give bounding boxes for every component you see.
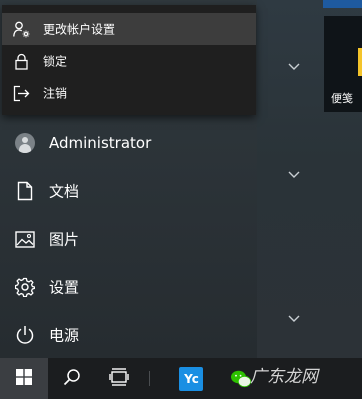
wechat-icon [229, 367, 253, 391]
chevron-down-icon[interactable] [287, 314, 301, 326]
sign-out-icon [13, 85, 30, 102]
task-view-button[interactable] [98, 358, 140, 399]
flyout-item-label: 更改帐户设置 [43, 22, 116, 37]
windows-logo-icon [16, 368, 32, 389]
flyout-item-label: 锁定 [43, 54, 68, 69]
taskbar-app-yc[interactable]: Yc [172, 358, 210, 399]
lock-icon [13, 53, 30, 70]
yc-app-icon: Yc [179, 366, 203, 391]
search-icon [63, 368, 81, 390]
sticky-notes-label: 便笺 [331, 92, 353, 105]
document-icon [14, 180, 36, 202]
taskbar: Yc [0, 358, 362, 399]
start-item-settings[interactable]: 设置 [0, 265, 257, 309]
pictures-icon [14, 228, 36, 250]
flyout-item-label: 注销 [43, 86, 68, 101]
taskbar-divider [149, 371, 150, 386]
sticky-notes-icon [358, 48, 362, 76]
gear-icon [14, 276, 36, 298]
taskbar-app-wechat[interactable] [222, 358, 260, 399]
start-item-documents[interactable]: 文档 [0, 169, 257, 213]
account-flyout-menu: 更改帐户设置 锁定 注销 [2, 5, 256, 115]
start-item-label: 电源 [49, 326, 80, 345]
sign-out-item[interactable]: 注销 [2, 77, 256, 109]
start-item-label: 文档 [49, 182, 80, 201]
tile-top-blue[interactable] [323, 0, 362, 8]
start-item-label: 图片 [49, 230, 80, 249]
change-account-settings-item[interactable]: 更改帐户设置 [2, 13, 256, 45]
chevron-down-icon[interactable] [287, 62, 301, 74]
start-item-power[interactable]: 电源 [0, 313, 257, 357]
user-account-button[interactable]: Administrator [0, 121, 257, 165]
start-item-pictures[interactable]: 图片 [0, 217, 257, 261]
power-icon [14, 324, 36, 346]
sticky-notes-tile[interactable]: 便笺 [324, 16, 362, 112]
account-settings-icon [13, 21, 30, 38]
user-name: Administrator [49, 134, 152, 152]
avatar [14, 132, 36, 154]
chevron-down-icon[interactable] [287, 170, 301, 182]
task-view-icon [109, 367, 129, 390]
yc-app-icon-text: Yc [184, 371, 199, 386]
search-button[interactable] [52, 358, 92, 399]
user-avatar-icon [15, 133, 35, 153]
lock-item[interactable]: 锁定 [2, 45, 256, 77]
start-item-label: 设置 [49, 278, 80, 297]
start-button[interactable] [0, 358, 48, 399]
